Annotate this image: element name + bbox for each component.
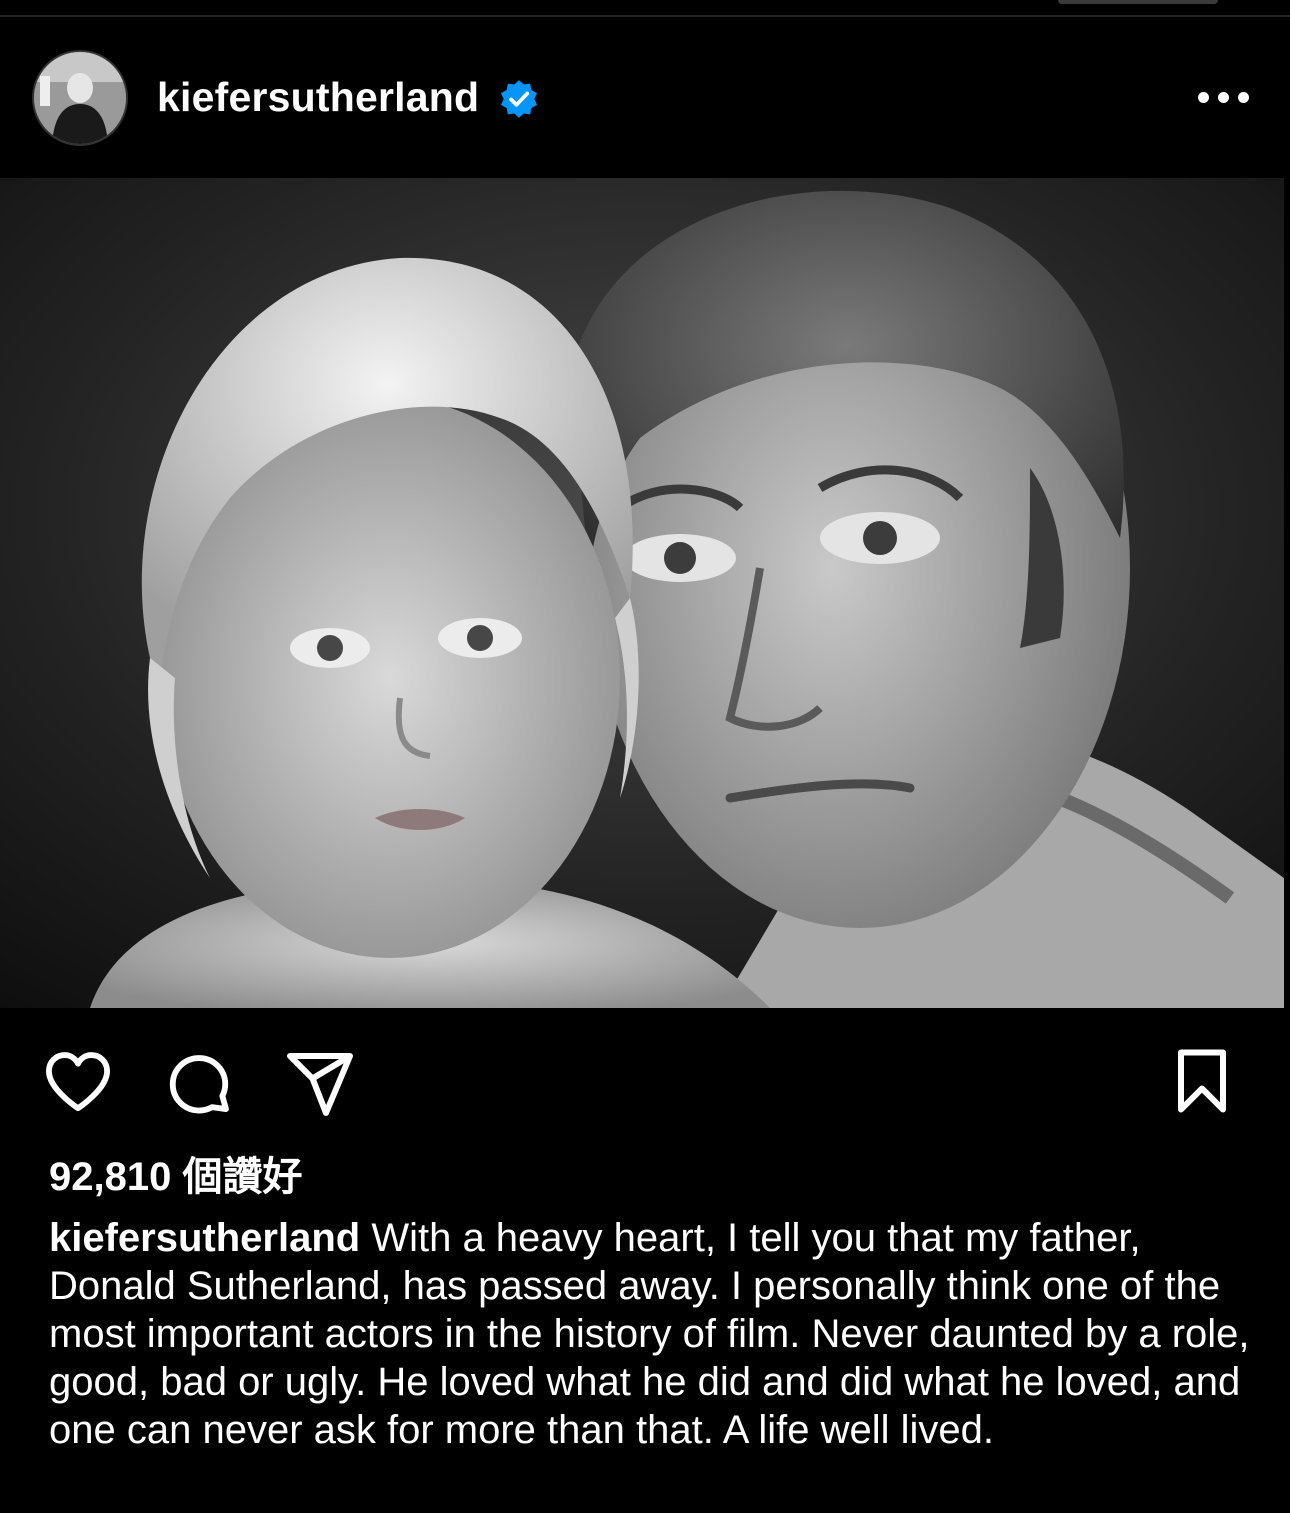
post-caption: kiefersutherland With a heavy heart, I t… [49,1214,1259,1454]
comment-icon[interactable] [164,1050,234,1120]
status-indicator [1058,0,1218,4]
top-divider [0,15,1290,17]
action-bar [0,1040,1290,1120]
verified-badge-icon [500,80,538,118]
heart-icon[interactable] [42,1050,114,1114]
avatar-image [34,52,126,144]
bookmark-icon[interactable] [1172,1048,1232,1114]
share-icon[interactable] [284,1050,356,1122]
post-header: kiefersutherland [0,40,1290,160]
likes-count[interactable]: 92,810 個讚好 [49,1154,302,1200]
photo-illustration [0,178,1284,1008]
instagram-post-screen: kiefersutherland 92,810 個讚好 kiefersuther… [0,0,1290,1513]
more-options-icon[interactable] [1196,88,1252,108]
avatar[interactable] [32,50,128,146]
caption-username[interactable]: kiefersutherland [49,1216,360,1260]
photo-edge [1284,178,1290,1008]
post-photo[interactable] [0,178,1284,1008]
post-username[interactable]: kiefersutherland [157,72,479,122]
